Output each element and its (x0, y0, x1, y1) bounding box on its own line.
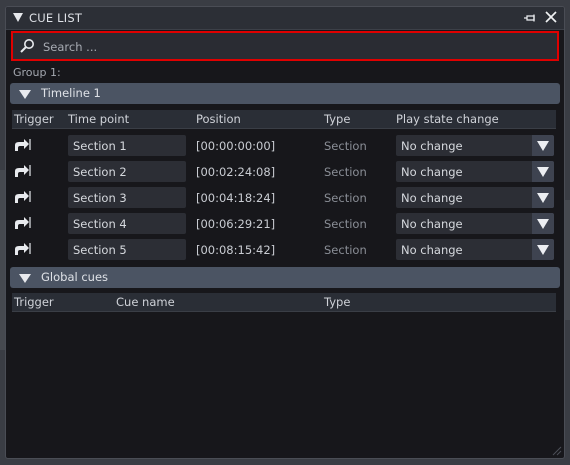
chevron-down-icon (537, 141, 549, 151)
trigger-icon[interactable] (13, 215, 31, 231)
column-type: Type (324, 295, 351, 309)
chevron-down-icon (537, 245, 549, 255)
column-cue-name: Cue name (116, 295, 175, 309)
time-point-label: Section 2 (73, 165, 127, 179)
dropdown-button[interactable] (532, 161, 554, 182)
chevron-down-icon (537, 193, 549, 203)
time-point-field[interactable]: Section 1 (68, 135, 186, 156)
time-point-label: Section 5 (73, 243, 127, 257)
global-cues-column-header: Trigger Cue name Type (12, 293, 556, 312)
dropdown-button[interactable] (532, 239, 554, 260)
type-value: Section (324, 217, 367, 231)
play-state-select[interactable]: No change (396, 187, 554, 208)
close-icon[interactable] (544, 10, 558, 24)
time-point-field[interactable]: Section 3 (68, 187, 186, 208)
type-value: Section (324, 139, 367, 153)
time-point-label: Section 3 (73, 191, 127, 205)
search-input[interactable] (41, 36, 545, 58)
table-row: Section 2 [00:02:24:08] Section No chang… (12, 160, 556, 184)
table-row: Section 3 [00:04:18:24] Section No chang… (12, 186, 556, 210)
position-value: [00:00:00:00] (196, 139, 276, 153)
time-point-label: Section 4 (73, 217, 127, 231)
column-trigger: Trigger (14, 295, 54, 309)
position-value: [00:08:15:42] (196, 243, 276, 257)
dropdown-button[interactable] (532, 213, 554, 234)
column-position: Position (196, 112, 241, 126)
table-row: Section 1 [00:00:00:00] Section No chang… (12, 134, 556, 158)
play-state-select[interactable]: No change (396, 161, 554, 182)
search-icon (20, 39, 34, 53)
cue-list-panel: CUE LIST Group 1: Timeline 1 Trigger Tim… (5, 6, 565, 459)
trigger-icon[interactable] (13, 241, 31, 257)
time-point-label: Section 1 (73, 139, 127, 153)
title-bar[interactable]: CUE LIST (6, 7, 564, 30)
timeline-header[interactable]: Timeline 1 (10, 83, 560, 104)
type-value: Section (324, 243, 367, 257)
chevron-down-icon (537, 167, 549, 177)
column-time-point: Time point (68, 112, 130, 126)
trigger-icon[interactable] (13, 163, 31, 179)
position-value: [00:06:29:21] (196, 217, 276, 231)
timeline-title: Timeline 1 (41, 86, 101, 100)
position-value: [00:04:18:24] (196, 191, 276, 205)
play-state-value: No change (401, 243, 463, 257)
play-state-select[interactable]: No change (396, 135, 554, 156)
time-point-field[interactable]: Section 2 (68, 161, 186, 182)
play-state-value: No change (401, 191, 463, 205)
dropdown-button[interactable] (532, 135, 554, 156)
group-label: Group 1: (13, 66, 61, 79)
play-state-value: No change (401, 217, 463, 231)
column-trigger: Trigger (14, 112, 54, 126)
column-play-state: Play state change (396, 112, 499, 126)
background-shape (565, 200, 570, 320)
time-point-field[interactable]: Section 4 (68, 213, 186, 234)
global-cues-title: Global cues (41, 270, 109, 284)
window-title: CUE LIST (29, 11, 83, 25)
resize-handle[interactable] (550, 444, 562, 456)
collapse-icon[interactable] (13, 13, 23, 22)
chevron-down-icon (537, 219, 549, 229)
time-point-field[interactable]: Section 5 (68, 239, 186, 260)
table-row: Section 4 [00:06:29:21] Section No chang… (12, 212, 556, 236)
collapse-icon (19, 274, 31, 283)
pin-icon[interactable] (523, 11, 539, 25)
column-type: Type (324, 112, 351, 126)
table-row: Section 5 [00:08:15:42] Section No chang… (12, 238, 556, 262)
play-state-value: No change (401, 165, 463, 179)
collapse-icon (19, 90, 31, 99)
timeline-column-header: Trigger Time point Position Type Play st… (12, 110, 556, 129)
trigger-icon[interactable] (13, 137, 31, 153)
type-value: Section (324, 165, 367, 179)
position-value: [00:02:24:08] (196, 165, 276, 179)
play-state-select[interactable]: No change (396, 239, 554, 260)
global-cues-header[interactable]: Global cues (10, 267, 560, 288)
search-box[interactable] (11, 31, 559, 61)
dropdown-button[interactable] (532, 187, 554, 208)
trigger-icon[interactable] (13, 189, 31, 205)
play-state-value: No change (401, 139, 463, 153)
play-state-select[interactable]: No change (396, 213, 554, 234)
type-value: Section (324, 191, 367, 205)
